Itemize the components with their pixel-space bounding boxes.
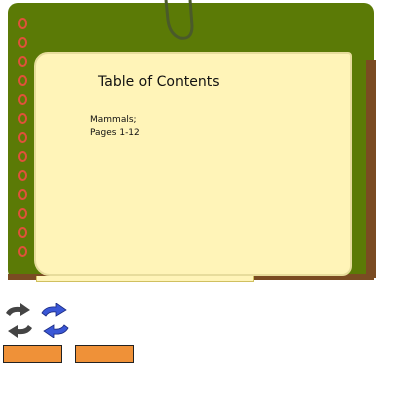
binding-ring [18,151,27,162]
binding-ring [18,94,27,105]
binding-ring [18,56,27,67]
notebook-cover-edge [366,60,376,278]
toc-entry-title: Mammals; [90,115,137,125]
bookmark-icon [164,0,194,40]
binding-ring [18,132,27,143]
binding-ring [18,208,27,219]
binding-ring [18,170,27,181]
toc-entry[interactable]: Mammals; Pages 1-12 [90,114,140,140]
redo-arrow-dark-icon[interactable] [4,303,34,319]
orange-button-2[interactable] [75,345,134,363]
notebook-page: Table of Contents Mammals; Pages 1-12 [34,52,352,276]
notebook: Table of Contents Mammals; Pages 1-12 [8,0,376,282]
orange-button-1[interactable] [3,345,62,363]
binding-ring [18,189,27,200]
page-title: Table of Contents [98,74,220,90]
undo-arrow-dark-icon[interactable] [4,322,34,338]
toc-entry-pages: Pages 1-12 [90,128,140,138]
redo-arrow-blue-icon[interactable] [40,303,70,319]
binding-ring [18,113,27,124]
undo-arrow-blue-icon[interactable] [40,322,70,338]
binding-ring [18,75,27,86]
binding-ring [18,246,27,257]
binding-ring [18,18,27,29]
binding-ring [18,227,27,238]
page-bottom-strip [36,276,254,282]
binding-ring [18,37,27,48]
